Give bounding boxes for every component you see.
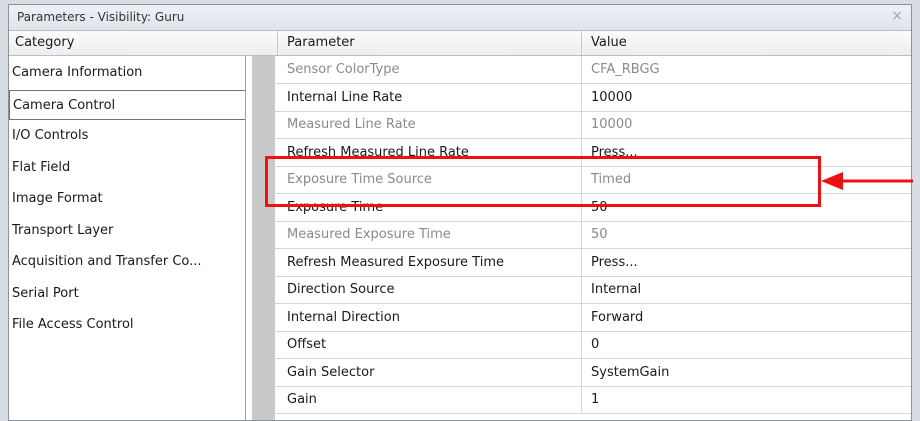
parameter-name: Offset (287, 337, 327, 352)
column-divider[interactable] (277, 31, 278, 55)
cell-divider (581, 221, 582, 249)
parameter-grid: Sensor ColorType CFA_RBGG Internal Line Ra… (275, 56, 911, 420)
category-item[interactable]: Camera Information (9, 58, 245, 88)
parameter-row[interactable]: Direction Source Internal (275, 276, 911, 304)
parameter-value[interactable]: Forward (591, 310, 643, 325)
parameter-name: Gain Selector (287, 364, 375, 380)
parameter-name: Sensor ColorType (287, 62, 400, 77)
parameter-value[interactable]: Internal (591, 282, 641, 297)
cell-divider (581, 276, 582, 304)
cell-divider (581, 358, 582, 387)
cell-divider (581, 386, 582, 414)
parameter-row[interactable]: Gain 1 (275, 386, 911, 414)
parameter-name: Measured Line Rate (287, 117, 416, 132)
parameter-value[interactable]: Press... (591, 255, 638, 270)
parameter-value[interactable]: 0 (591, 337, 599, 352)
parameter-value[interactable]: SystemGain (591, 365, 669, 380)
category-column-header: Category (15, 35, 75, 50)
parameter-name: Refresh Measured Exposure Time (287, 254, 504, 270)
cell-divider (581, 111, 582, 139)
parameter-row[interactable]: Internal Direction Forward (275, 303, 911, 332)
parameter-name: Measured Exposure Time (287, 227, 451, 242)
parameter-name: Internal Line Rate (287, 89, 403, 105)
column-divider[interactable] (581, 31, 582, 55)
parameter-name: Direction Source (287, 282, 395, 297)
window-title: Parameters - Visibility: Guru (17, 10, 185, 24)
parameter-row[interactable]: Refresh Measured Exposure Time Press... (275, 248, 911, 277)
cell-divider (581, 248, 582, 277)
parameter-column-header[interactable]: Parameter (287, 35, 355, 50)
category-item[interactable]: Transport Layer (9, 216, 245, 246)
parameter-value[interactable]: 10000 (591, 90, 632, 105)
parameter-row[interactable]: Measured Exposure Time 50 (275, 221, 911, 249)
parameter-value: 10000 (591, 117, 633, 132)
parameter-name: Internal Direction (287, 309, 400, 325)
parameter-value: 50 (591, 227, 608, 242)
close-icon[interactable]: × (891, 8, 903, 24)
category-list: Camera Information Camera Control I/O Cont… (9, 56, 246, 420)
category-item[interactable]: Camera Control (9, 89, 245, 120)
category-item[interactable]: Image Format (9, 184, 245, 214)
category-item[interactable]: I/O Controls (9, 121, 245, 151)
cell-divider (581, 331, 582, 359)
value-column-header[interactable]: Value (591, 35, 627, 50)
category-item[interactable]: Acquisition and Transfer Co... (9, 247, 245, 277)
cell-divider (581, 56, 582, 84)
parameter-name: Gain (287, 392, 317, 407)
parameter-value: CFA_RBGG (591, 62, 660, 77)
category-item[interactable]: Flat Field (9, 153, 245, 183)
parameter-row[interactable]: Internal Line Rate 10000 (275, 83, 911, 112)
arrow-left-icon (821, 172, 913, 190)
cell-divider (581, 83, 582, 112)
grid-gutter (252, 56, 275, 420)
parameter-row[interactable]: Offset 0 (275, 331, 911, 359)
parameter-row[interactable]: Measured Line Rate 10000 (275, 111, 911, 139)
parameters-window: Parameters - Visibility: Guru × Category… (8, 4, 912, 421)
parameter-row[interactable]: Gain Selector SystemGain (275, 358, 911, 387)
cell-divider (581, 303, 582, 332)
parameter-row[interactable]: Sensor ColorType CFA_RBGG (275, 56, 911, 84)
highlight-box (265, 156, 821, 207)
column-header: Category Parameter Value (9, 31, 911, 56)
category-item[interactable]: File Access Control (9, 310, 245, 340)
category-item[interactable]: Serial Port (9, 279, 245, 309)
title-bar: Parameters - Visibility: Guru × (9, 5, 911, 31)
parameter-value[interactable]: 1 (591, 392, 599, 407)
